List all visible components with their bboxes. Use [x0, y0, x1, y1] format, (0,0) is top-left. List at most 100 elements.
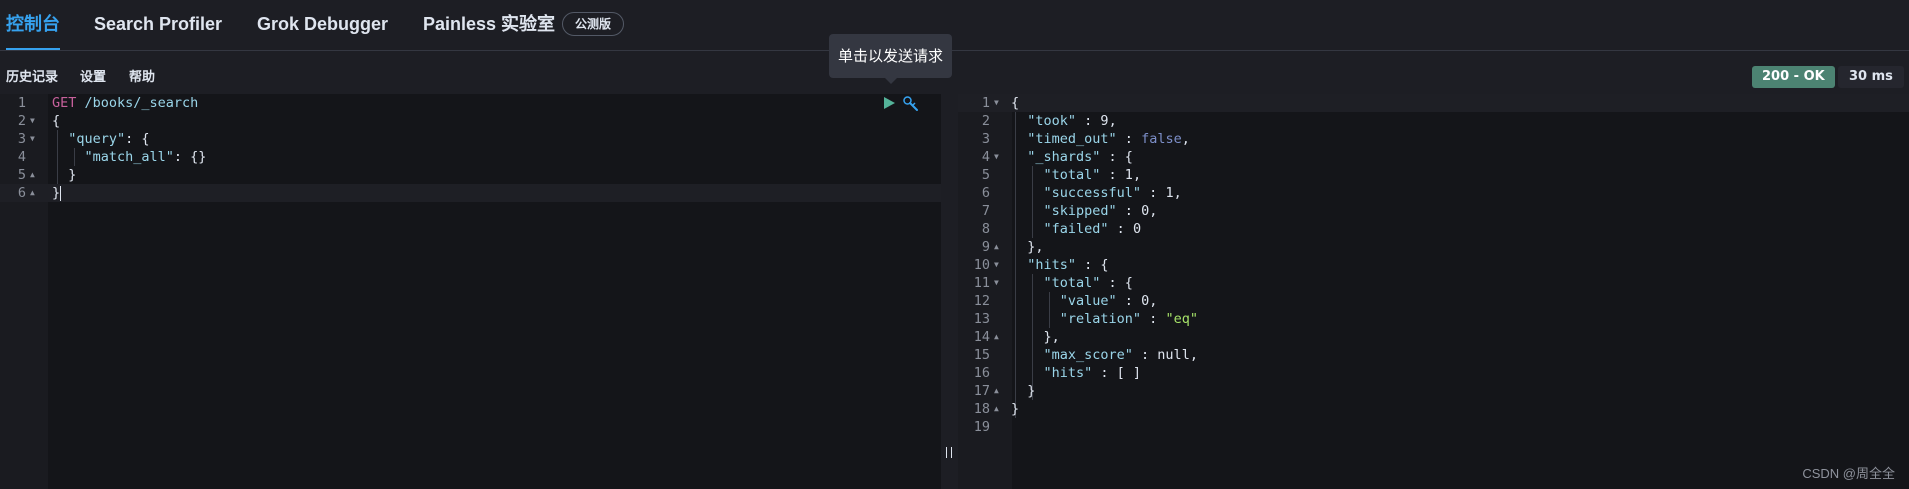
code-line: 13 "relation" : "eq"	[958, 310, 1909, 328]
tab-console[interactable]: 控制台	[6, 0, 60, 50]
code-token: "_shards"	[1011, 149, 1101, 165]
code-text: }	[1011, 382, 1035, 400]
tooltip-arrow	[884, 77, 898, 84]
splitter-grip-icon	[946, 447, 952, 458]
watermark: CSDN @周全全	[1802, 466, 1895, 481]
code-text: },	[1011, 238, 1043, 256]
code-token: GET	[52, 95, 77, 111]
request-editor[interactable]: 1 GET /books/_search 2 ▼{3 ▼ "query": {4 "ma…	[0, 94, 941, 489]
code-token: :	[1116, 131, 1142, 147]
code-token: ,	[1108, 113, 1117, 129]
code-line: 4 ▼ "_shards" : {	[958, 148, 1909, 166]
code-line: 3 "timed_out" : false,	[958, 130, 1909, 148]
line-number: 2	[17, 113, 26, 129]
tab-search-profiler[interactable]: Search Profiler	[94, 0, 222, 50]
code-text: "skipped" : 0,	[1011, 202, 1158, 220]
code-line: 15 "max_score" : null,	[958, 346, 1909, 364]
code-token: "total"	[1011, 275, 1101, 291]
fold-open-icon[interactable]: ▼	[994, 94, 999, 112]
line-number: 10	[973, 257, 990, 273]
code-text: "total" : {	[1011, 274, 1133, 292]
code-line: 19	[958, 418, 1909, 436]
code-text: }	[52, 184, 62, 202]
code-token: :	[1108, 221, 1133, 237]
code-token: ,	[1149, 293, 1158, 309]
code-token: ,	[1132, 167, 1142, 183]
code-text: }	[1011, 400, 1019, 418]
code-line: 16 "hits" : [ ]	[958, 364, 1909, 382]
code-token: : {	[1100, 275, 1133, 291]
line-number: 13	[973, 311, 990, 327]
code-token: : {	[1100, 149, 1133, 165]
line-number: 4	[981, 149, 990, 165]
code-line: 9 ▲ },	[958, 238, 1909, 256]
code-token: "total"	[1011, 167, 1101, 183]
request-actions-button[interactable]	[902, 95, 918, 111]
code-line: 8 "failed" : 0	[958, 220, 1909, 238]
code-line: 17 ▲ }	[958, 382, 1909, 400]
line-number: 15	[973, 347, 990, 363]
code-token: {	[52, 113, 61, 129]
history-link[interactable]: 历史记录	[6, 66, 58, 85]
fold-open-icon[interactable]: ▼	[994, 256, 999, 274]
line-number: 14	[973, 329, 990, 345]
play-icon	[884, 97, 895, 109]
fold-open-icon[interactable]: ▼	[30, 112, 35, 130]
code-token: :	[1076, 113, 1101, 129]
fold-close-icon[interactable]: ▲	[994, 382, 999, 400]
code-token: "took"	[1011, 113, 1077, 129]
code-line: 14 ▲ },	[958, 328, 1909, 346]
beta-badge: 公测版	[562, 12, 625, 36]
code-token: : {	[1076, 257, 1109, 273]
code-token: :	[1116, 293, 1142, 309]
line-number: 9	[981, 239, 990, 255]
help-link[interactable]: 帮助	[129, 66, 155, 85]
code-token: : {}	[173, 149, 207, 165]
line-number: 8	[981, 221, 990, 237]
code-line: 5 ▲ }	[0, 166, 941, 184]
editor-splitter[interactable]	[941, 94, 958, 489]
code-text: "timed_out" : false,	[1011, 130, 1190, 148]
code-text: "hits" : {	[1011, 256, 1109, 274]
code-token: "successful"	[1011, 185, 1142, 201]
fold-close-icon[interactable]: ▲	[30, 184, 35, 202]
code-text: GET /books/_search	[52, 94, 198, 112]
code-token: "skipped"	[1011, 203, 1117, 219]
fold-close-icon[interactable]: ▲	[994, 328, 999, 346]
line-number: 3	[981, 131, 990, 147]
tab-grok-debugger[interactable]: Grok Debugger	[257, 0, 388, 50]
code-line: 1 GET /books/_search	[0, 94, 941, 112]
fold-open-icon[interactable]: ▼	[994, 148, 999, 166]
code-token: : null,	[1132, 347, 1198, 363]
settings-link[interactable]: 设置	[80, 66, 106, 85]
line-number: 1	[17, 95, 26, 111]
code-line: 2 ▼ {	[0, 112, 941, 130]
fold-open-icon[interactable]: ▼	[994, 274, 999, 292]
send-request-button[interactable]	[881, 95, 897, 111]
line-number: 4	[17, 149, 26, 165]
code-token: :	[1100, 167, 1125, 183]
code-token: ,	[1173, 185, 1182, 201]
code-text: "failed" : 0	[1011, 220, 1142, 238]
line-number: 11	[973, 275, 990, 291]
code-text: "value" : 0,	[1011, 292, 1158, 310]
wrench-icon	[903, 96, 918, 111]
code-line: 1 ▼ {	[958, 94, 1909, 112]
fold-close-icon[interactable]: ▲	[994, 238, 999, 256]
code-token: ,	[1181, 131, 1190, 147]
code-token: "value"	[1011, 293, 1117, 309]
top-tab-bar: 控制台 Search Profiler Grok Debugger Painle…	[0, 0, 1909, 51]
line-number: 1	[981, 95, 990, 111]
code-token: "query"	[52, 131, 126, 147]
tab-painless-lab[interactable]: Painless 实验室	[423, 0, 555, 50]
code-token: 9	[1100, 113, 1109, 129]
fold-close-icon[interactable]: ▲	[994, 400, 999, 418]
request-time-badge: 30 ms	[1838, 66, 1904, 88]
status-badge: 200 - OK	[1752, 66, 1835, 88]
response-editor[interactable]: 1 ▼{2 "took" : 9, 3 "timed_out" : false, 4 ▼…	[958, 94, 1909, 489]
fold-open-icon[interactable]: ▼	[30, 130, 35, 148]
line-number: 17	[973, 383, 990, 399]
line-number: 16	[973, 365, 990, 381]
code-line: 6 ▲}	[0, 184, 941, 202]
fold-close-icon[interactable]: ▲	[30, 166, 35, 184]
